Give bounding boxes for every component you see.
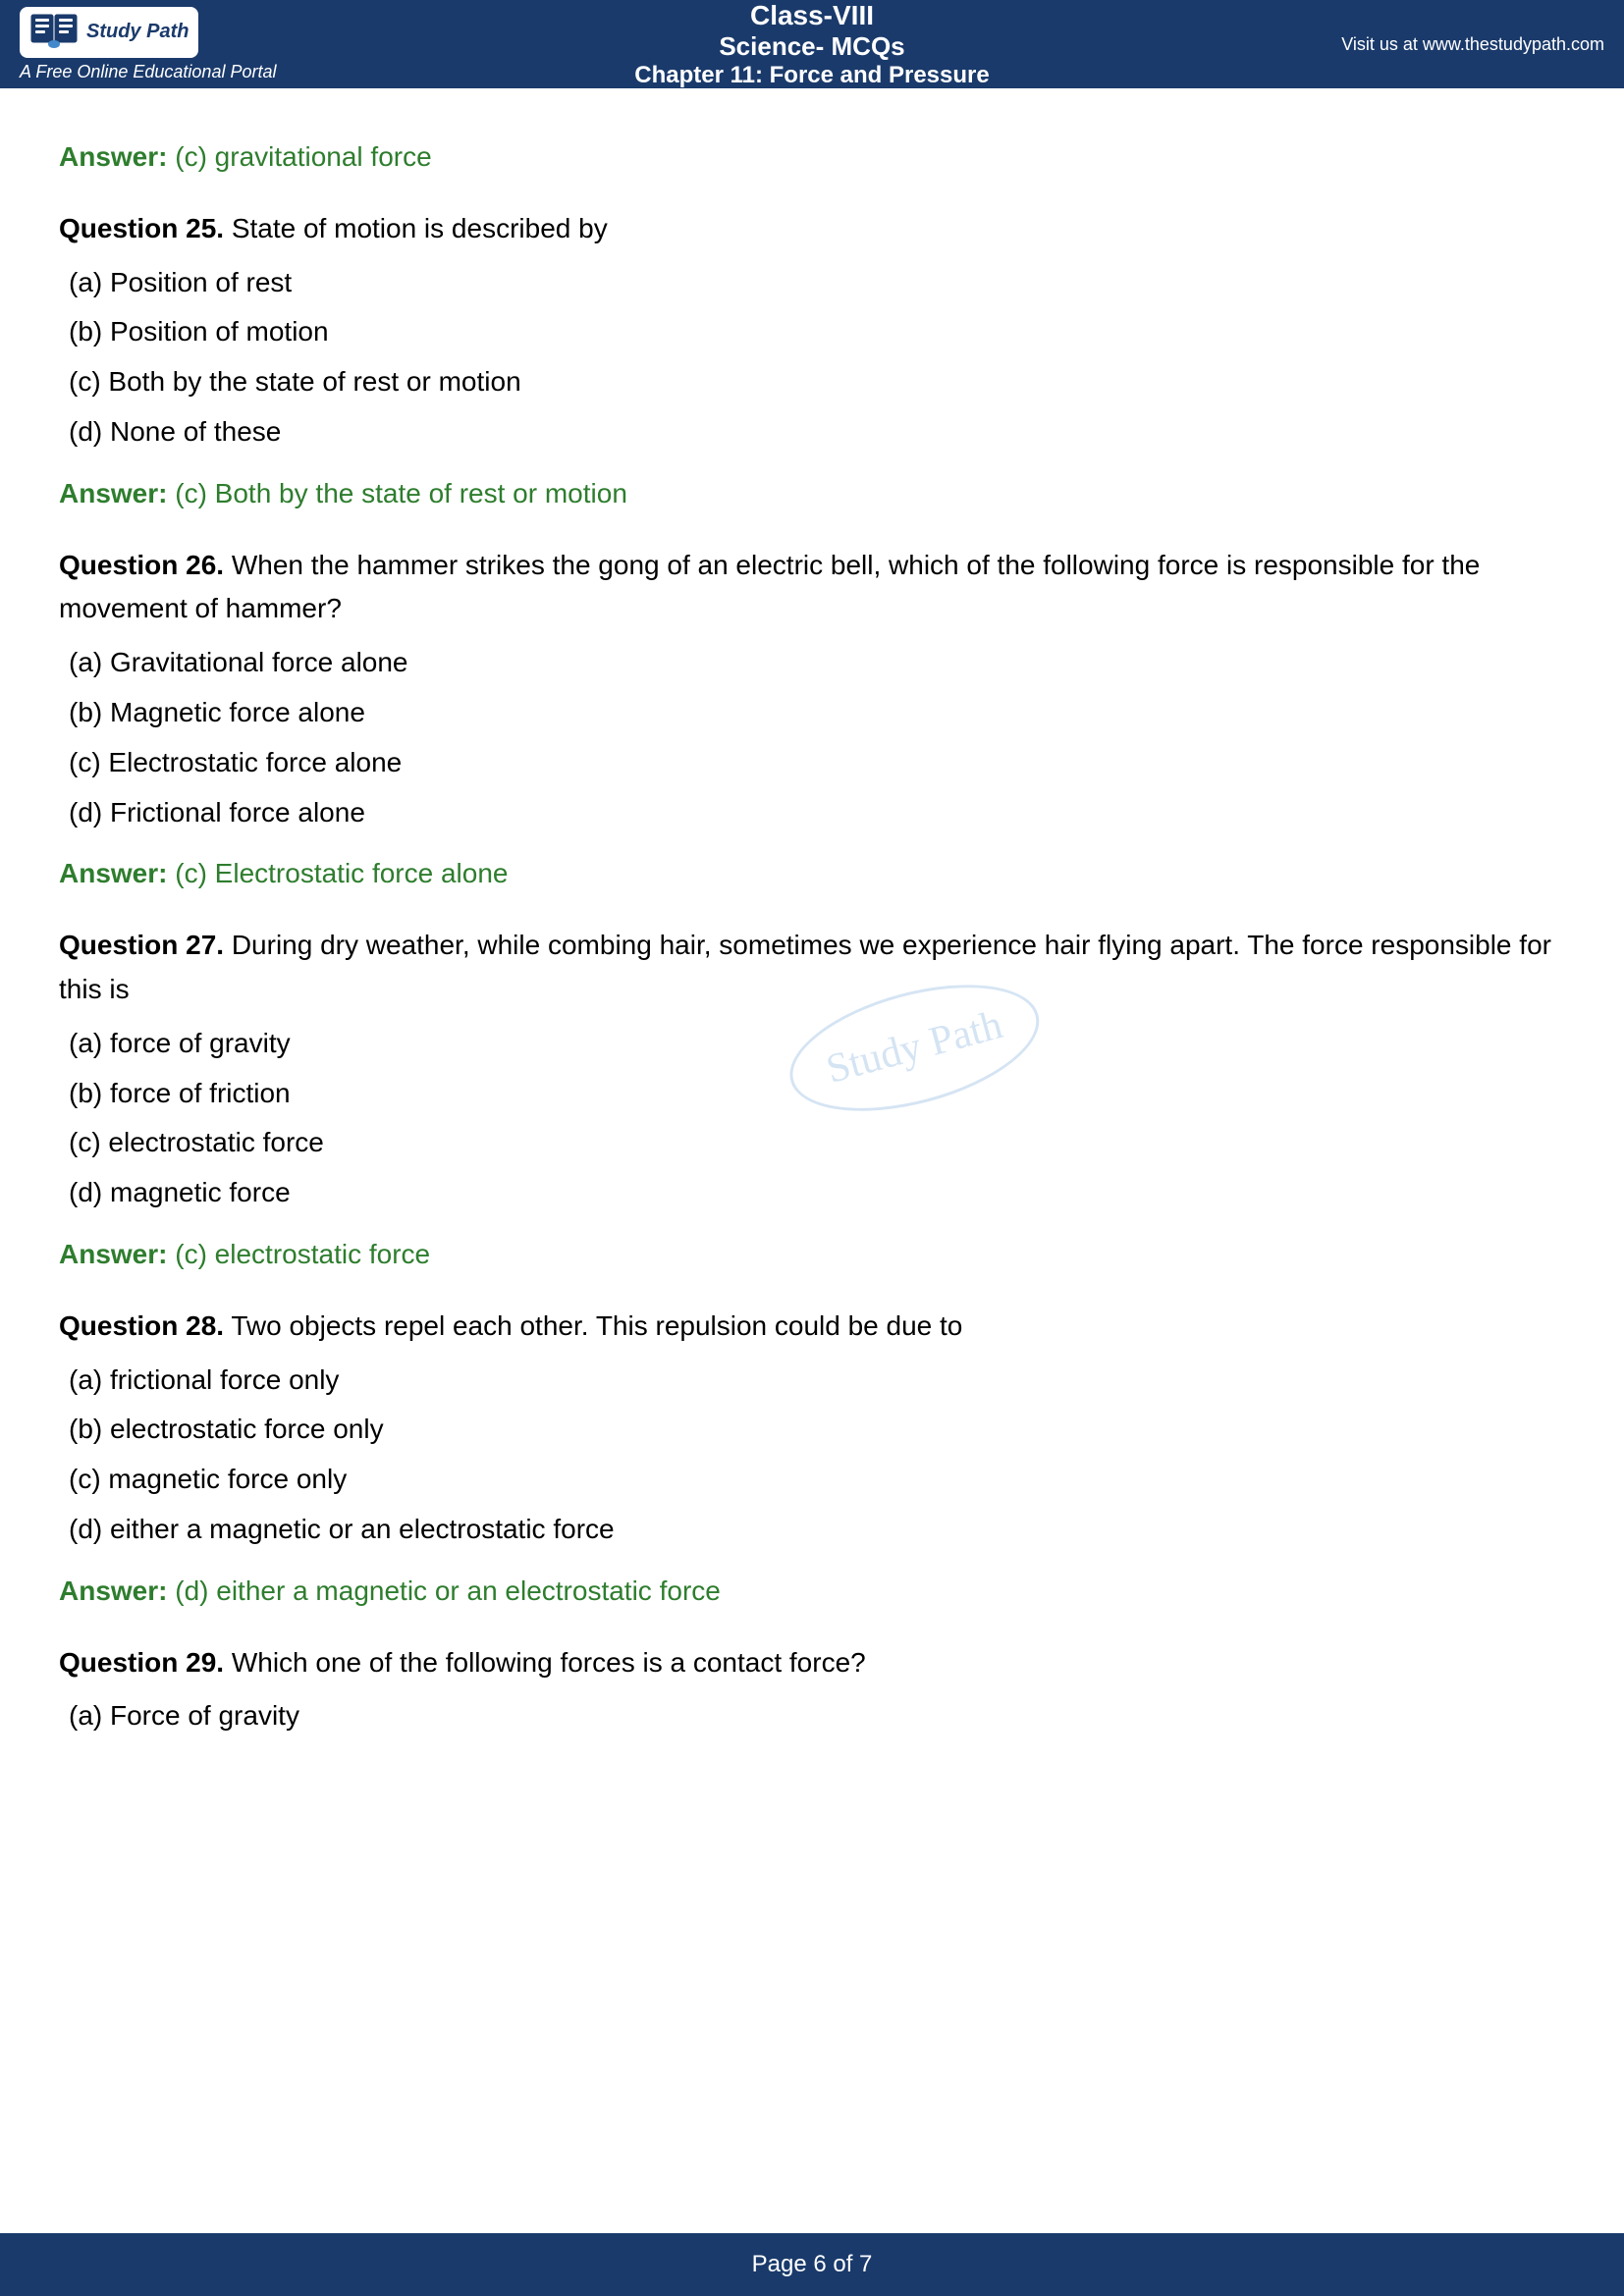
question-27-text: Question 27. During dry weather, while c…	[59, 924, 1565, 1012]
q28-option-a: (a) frictional force only	[69, 1359, 1565, 1403]
question-26-number: Question 26.	[59, 550, 224, 580]
question-25-text: Question 25. State of motion is describe…	[59, 207, 1565, 251]
book-icon	[29, 13, 79, 52]
header-center: Class-VIII Science- MCQs Chapter 11: For…	[314, 0, 1310, 89]
answer-25-text: (c) Both by the state of rest or motion	[175, 478, 627, 508]
q28-option-c: (c) magnetic force only	[69, 1458, 1565, 1502]
question-28-block: Question 28. Two objects repel each othe…	[59, 1305, 1565, 1552]
answer-24-label: Answer:	[59, 141, 167, 172]
q27-option-a: (a) force of gravity	[69, 1022, 1565, 1066]
q25-option-d: (d) None of these	[69, 410, 1565, 454]
logo-text: Study Path	[86, 21, 189, 43]
q25-option-c: (c) Both by the state of rest or motion	[69, 360, 1565, 404]
header-right: Visit us at www.thestudypath.com	[1310, 34, 1604, 55]
logo-box: Study Path	[20, 7, 198, 58]
answer-24: Answer: (c) gravitational force	[59, 135, 1565, 180]
subject-title: Science- MCQs	[314, 31, 1310, 62]
page-header: Study Path A Free Online Educational Por…	[0, 0, 1624, 88]
answer-26: Answer: (c) Electrostatic force alone	[59, 852, 1565, 896]
answer-28: Answer: (d) either a magnetic or an elec…	[59, 1570, 1565, 1614]
logo-subtitle: A Free Online Educational Portal	[20, 62, 276, 82]
q29-option-a: (a) Force of gravity	[69, 1694, 1565, 1738]
question-25-number: Question 25.	[59, 213, 224, 243]
answer-25-label: Answer:	[59, 478, 167, 508]
class-title: Class-VIII	[314, 0, 1310, 31]
page-number: Page 6 of 7	[752, 2251, 873, 2277]
question-26-block: Question 26. When the hammer strikes the…	[59, 544, 1565, 835]
answer-27: Answer: (c) electrostatic force	[59, 1233, 1565, 1277]
answer-26-text: (c) Electrostatic force alone	[175, 858, 508, 888]
q26-option-b: (b) Magnetic force alone	[69, 691, 1565, 735]
question-25-block: Question 25. State of motion is describe…	[59, 207, 1565, 454]
q28-option-b: (b) electrostatic force only	[69, 1408, 1565, 1452]
logo-area: Study Path A Free Online Educational Por…	[20, 7, 314, 82]
question-29-number: Question 29.	[59, 1647, 224, 1678]
q26-option-a: (a) Gravitational force alone	[69, 641, 1565, 685]
question-28-body: Two objects repel each other. This repul…	[224, 1310, 962, 1341]
q25-option-a: (a) Position of rest	[69, 261, 1565, 305]
question-29-text: Question 29. Which one of the following …	[59, 1641, 1565, 1685]
visit-text: Visit us at www.thestudypath.com	[1341, 34, 1604, 54]
q26-option-c: (c) Electrostatic force alone	[69, 741, 1565, 785]
question-29-body: Which one of the following forces is a c…	[224, 1647, 866, 1678]
question-27-body: During dry weather, while combing hair, …	[59, 930, 1551, 1004]
question-26-text: Question 26. When the hammer strikes the…	[59, 544, 1565, 632]
answer-27-label: Answer:	[59, 1239, 167, 1269]
answer-25: Answer: (c) Both by the state of rest or…	[59, 472, 1565, 516]
answer-26-label: Answer:	[59, 858, 167, 888]
question-27-number: Question 27.	[59, 930, 224, 960]
question-25-body: State of motion is described by	[224, 213, 608, 243]
answer-27-text: (c) electrostatic force	[175, 1239, 430, 1269]
q25-option-b: (b) Position of motion	[69, 310, 1565, 354]
q27-option-b: (b) force of friction	[69, 1072, 1565, 1116]
answer-28-text: (d) either a magnetic or an electrostati…	[175, 1575, 721, 1606]
answer-28-label: Answer:	[59, 1575, 167, 1606]
question-28-text: Question 28. Two objects repel each othe…	[59, 1305, 1565, 1349]
question-29-block: Question 29. Which one of the following …	[59, 1641, 1565, 1739]
chapter-title: Chapter 11: Force and Pressure	[314, 62, 1310, 89]
question-28-number: Question 28.	[59, 1310, 224, 1341]
page-footer: Page 6 of 7	[0, 2233, 1624, 2296]
q26-option-d: (d) Frictional force alone	[69, 791, 1565, 835]
question-26-body: When the hammer strikes the gong of an e…	[59, 550, 1480, 624]
answer-24-text: (c) gravitational force	[175, 141, 431, 172]
q27-option-c: (c) electrostatic force	[69, 1121, 1565, 1165]
main-content: Answer: (c) gravitational force Question…	[0, 88, 1624, 1778]
q28-option-d: (d) either a magnetic or an electrostati…	[69, 1508, 1565, 1552]
q27-option-d: (d) magnetic force	[69, 1171, 1565, 1215]
question-27-block: Question 27. During dry weather, while c…	[59, 924, 1565, 1215]
